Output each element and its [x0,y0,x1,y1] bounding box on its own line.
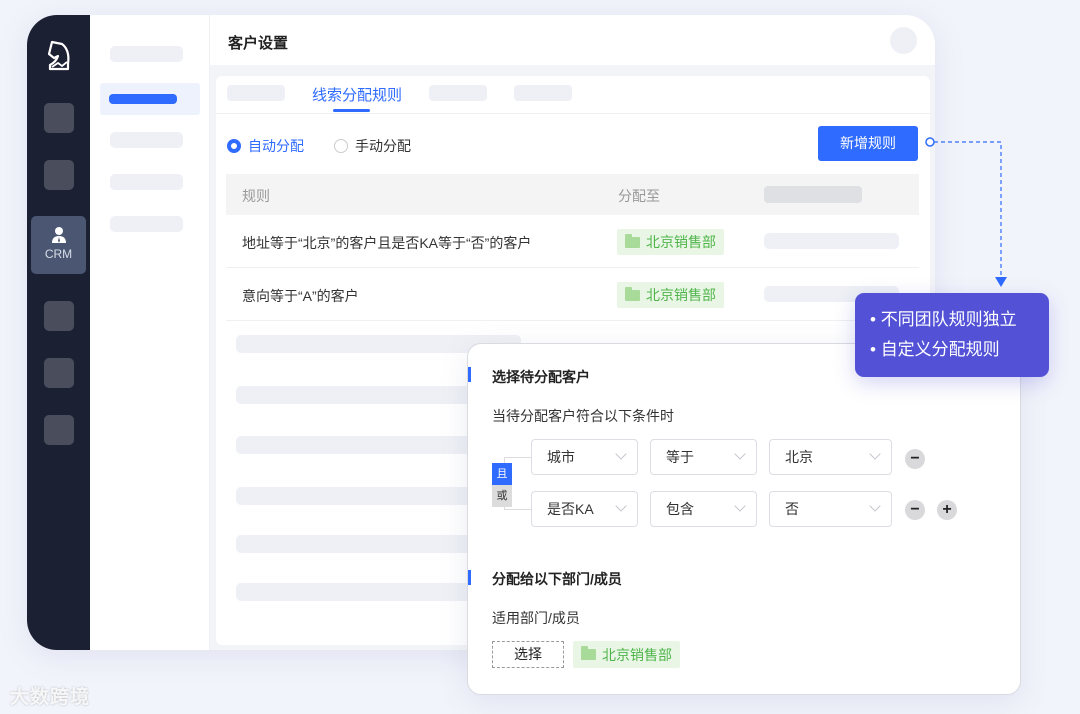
section-title-select-customers: 选择待分配客户 [492,367,590,387]
add-condition-button[interactable]: + [937,500,957,520]
condition-hint: 当待分配客户符合以下条件时 [492,406,674,426]
chevron-down-icon [734,448,745,459]
rule-text: 地址等于“北京”的客户且是否KA等于“否”的客户 [242,233,531,253]
remove-condition-button[interactable]: − [905,500,925,520]
select-dept-button[interactable]: 选择 [492,641,564,668]
condition-field-select[interactable]: 城市 [531,439,638,475]
chevron-down-icon [869,500,880,511]
radio-auto[interactable]: 自动分配 [227,136,304,156]
dept-tag: 北京销售部 [617,229,724,255]
condition-value-select[interactable]: 否 [769,491,892,527]
avatar[interactable] [890,27,917,54]
logo-icon [46,40,72,72]
radio-unchecked-icon [334,139,348,153]
remove-condition-button[interactable]: − [905,449,925,469]
rule-text: 意向等于“A”的客户 [242,286,359,306]
nav2-item-active[interactable] [100,83,200,115]
chevron-down-icon [615,500,626,511]
nav2-item[interactable] [110,174,183,190]
column-header-assign-to: 分配至 [618,186,660,206]
nav2-item[interactable] [110,132,183,148]
tab[interactable] [227,85,285,101]
add-rule-button[interactable]: 新增规则 [818,126,918,161]
nav-item-crm[interactable]: CRM [31,216,86,274]
user-icon [51,226,67,244]
condition-operator-select[interactable]: 包含 [650,491,757,527]
tooltip-item: • 自定义分配规则 [870,335,1049,365]
table-header: 规则 分配至 [226,174,919,215]
folder-icon [625,290,640,301]
placeholder-row [236,535,476,553]
logic-and-toggle[interactable]: 且 [492,463,512,485]
sidebar: CRM [27,15,90,650]
page-title: 客户设置 [210,15,935,65]
tooltip-item: • 不同团队规则独立 [870,305,1049,335]
tab-underline [333,109,370,112]
logic-or-toggle[interactable]: 或 [492,485,512,507]
nav-item[interactable] [44,301,74,331]
condition-operator-select[interactable]: 等于 [650,439,757,475]
nav-item[interactable] [44,415,74,445]
table-row[interactable]: 意向等于“A”的客户 北京销售部 [226,268,919,321]
chevron-down-icon [734,500,745,511]
tab-lead-allocation-rules[interactable]: 线索分配规则 [312,84,402,105]
table-row[interactable]: 地址等于“北京”的客户且是否KA等于“否”的客户 北京销售部 [226,215,919,268]
tab[interactable] [429,85,487,101]
placeholder-row [236,487,476,505]
radio-manual-label: 手动分配 [355,136,411,156]
condition-field-select[interactable]: 是否KA [531,491,638,527]
placeholder-row [236,583,476,601]
connector-arrow [920,132,1010,292]
feature-tooltip: • 不同团队规则独立 • 自定义分配规则 [855,293,1049,377]
folder-icon [625,237,640,248]
chevron-down-icon [869,448,880,459]
condition-value-select[interactable]: 北京 [769,439,892,475]
nav-item[interactable] [44,358,74,388]
nav2-item[interactable] [110,46,183,62]
dept-tag: 北京销售部 [617,282,724,308]
watermark: 大数跨境 [10,682,90,709]
radio-auto-label: 自动分配 [248,136,304,156]
nav-item[interactable] [44,160,74,190]
secondary-nav [90,15,210,650]
rule-editor-popup: 选择待分配客户 当待分配客户符合以下条件时 且 或 城市 等于 北京 − 是否K… [467,343,1021,695]
crm-label: CRM [31,247,86,261]
selected-dept-tag: 北京销售部 [573,641,680,668]
column-header-rule: 规则 [242,186,270,206]
placeholder-row [236,386,476,404]
nav-item[interactable] [44,103,74,133]
section-title-assign-to: 分配给以下部门/成员 [492,569,622,589]
chevron-down-icon [615,448,626,459]
tab[interactable] [514,85,572,101]
nav2-item[interactable] [110,216,183,232]
radio-checked-icon [227,139,241,153]
radio-manual[interactable]: 手动分配 [334,136,411,156]
placeholder-row [236,436,476,454]
dept-label: 适用部门/成员 [492,608,580,628]
folder-icon [581,649,596,660]
